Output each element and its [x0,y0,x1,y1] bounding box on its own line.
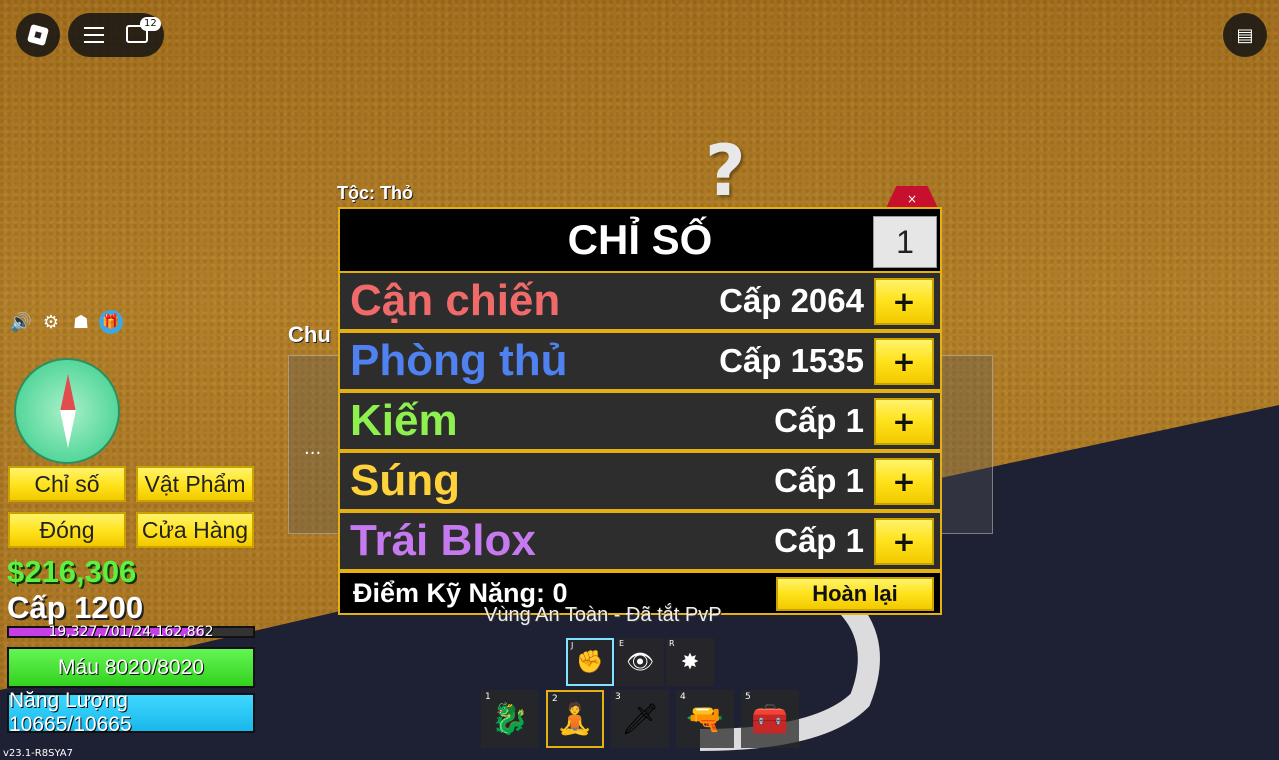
shop-button[interactable]: Cửa Hàng [136,512,254,548]
buddha-fruit-icon: 🧘 [556,701,594,737]
crew-icon[interactable]: ☗ [69,310,93,334]
stat-level: Cấp 1 [774,462,864,499]
compass[interactable] [14,358,120,464]
hotbar-slot-4[interactable]: 4 🔫 [676,690,734,748]
health-text: Máu 8020/8020 [58,655,204,679]
hotbar-slot-3[interactable]: 3 🗡 [611,690,669,748]
burst-icon: ✸ [680,649,700,675]
skill-key: J [571,641,574,650]
stat-row: Kiếm Cấp 1 + [340,393,940,449]
hotbar-slot-2[interactable]: 2 🧘 [546,690,604,748]
hotbar-slot-5[interactable]: 5 🧰 [741,690,799,748]
points-amount-input[interactable]: 1 [873,216,937,268]
roblox-menu-button[interactable] [16,13,60,57]
stat-level: Cấp 1 [774,522,864,559]
treasure-chest-icon: 🧰 [751,701,789,737]
window-stack-icon: ▤ [1236,24,1254,46]
slot-number: 2 [552,694,558,704]
eye-icon: 👁 [626,649,654,675]
quest-marker: ? [705,130,746,212]
xp-text: 19,327,701/24,162,862 [48,624,214,640]
leaderboard-button[interactable]: ▤ [1223,13,1267,57]
skill-slot-j[interactable]: J ✊ [566,638,614,686]
health-bar: Máu 8020/8020 [7,647,255,688]
stat-name: Phòng thủ [350,336,568,385]
stat-level: Cấp 1535 [719,342,864,379]
stats-menu-button[interactable]: Chỉ số [8,466,126,502]
stat-name: Súng [350,456,460,505]
sound-icon[interactable]: 🔊 [9,310,33,334]
topbar-pill: 12 [68,13,164,57]
stat-name: Trái Blox [350,516,536,565]
skill-key: E [619,639,625,648]
reset-stats-button[interactable]: Hoàn lại [776,577,934,611]
stat-name: Kiếm [350,396,458,445]
settings-icons-row: 🔊 ⚙ ☗ 🎁 [9,310,123,334]
add-point-button[interactable]: + [874,278,934,325]
sword-icon: 🗡 [620,701,660,737]
stat-level: Cấp 1 [774,402,864,439]
energy-text: Năng Lượng 10665/10665 [9,689,132,736]
skill-slot-r[interactable]: R ✸ [666,638,714,686]
stat-row: Trái Blox Cấp 1 + [340,513,940,569]
hamburger-menu-icon[interactable] [84,27,104,43]
hotbar-slot-1[interactable]: 1 🐉 [481,690,539,748]
compass-needle-north [60,374,76,412]
race-label: Tộc: Thỏ [337,183,413,203]
gun-icon: 🔫 [686,701,724,737]
background-panel-ellipsis: ... [304,438,322,459]
stats-title: CHỈ SỐ [567,216,713,263]
items-button[interactable]: Vật Phẩm [136,466,254,502]
compass-needle-south [60,410,76,448]
skill-key: R [669,639,675,648]
slot-number: 1 [485,692,491,702]
slot-number: 4 [680,692,686,702]
stat-row: Phòng thủ Cấp 1535 + [340,333,940,389]
gift-icon[interactable]: 🎁 [99,310,123,334]
stats-panel: CHỈ SỐ 1 Cận chiến Cấp 2064 + Phòng thủ Cấp … [338,207,942,615]
safe-zone-label: Vùng An Toàn - Đã tắt PvP [484,604,722,626]
money-display: $216,306 [7,554,137,589]
chat-badge: 12 [140,17,161,31]
stats-header: CHỈ SỐ 1 [340,209,940,271]
add-point-button[interactable]: + [874,518,934,565]
add-point-button[interactable]: + [874,398,934,445]
stat-row: Súng Cấp 1 + [340,453,940,509]
add-point-button[interactable]: + [874,458,934,505]
fist-icon: ✊ [576,649,604,675]
roblox-logo-icon [26,23,50,47]
gear-icon[interactable]: ⚙ [39,310,63,334]
stat-name: Cận chiến [350,276,561,325]
background-panel-title: Chu [288,322,331,347]
slot-number: 5 [745,692,751,702]
version-label: v23.1-R8SYA7 [3,748,73,759]
energy-bar: Năng Lượng 10665/10665 [7,689,255,736]
stat-level: Cấp 2064 [719,282,864,319]
stat-row: Cận chiến Cấp 2064 + [340,273,940,329]
character-fighting-style-icon: 🐉 [491,701,529,737]
add-point-button[interactable]: + [874,338,934,385]
skill-slot-e[interactable]: E 👁 [616,638,664,686]
xp-bar: 19,327,701/24,162,862 [7,624,255,640]
slot-number: 3 [615,692,621,702]
player-level: Cấp 1200 [7,590,144,625]
close-menu-button[interactable]: Đóng [8,512,126,548]
